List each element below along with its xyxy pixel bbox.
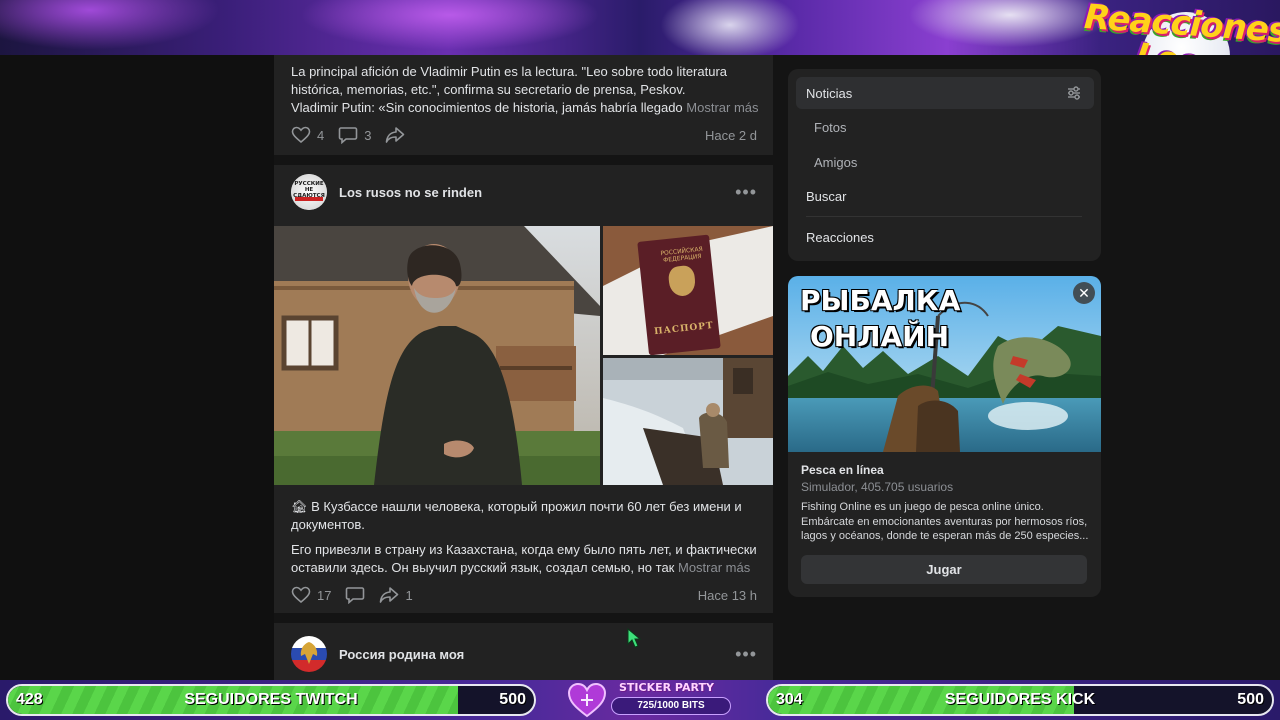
post-1-actions: 4 3 Hace 2 d bbox=[291, 125, 757, 145]
post-1-text: La principal afición de Vladimir Putin e… bbox=[291, 64, 759, 115]
menu-divider bbox=[806, 216, 1082, 217]
kick-goal-target: 500 bbox=[1237, 691, 1264, 708]
filter-sliders-icon[interactable] bbox=[1066, 85, 1082, 101]
twitch-followers-goal-bar: SEGUIDORES TWITCH 428 500 bbox=[6, 684, 536, 716]
play-button[interactable]: Jugar bbox=[801, 555, 1087, 584]
author-name[interactable]: Los rusos no se rinden bbox=[339, 185, 482, 200]
share-button[interactable] bbox=[385, 126, 405, 144]
twitch-goal-target: 500 bbox=[499, 691, 526, 708]
like-button[interactable]: 4 bbox=[291, 126, 324, 144]
comment-button[interactable] bbox=[345, 586, 365, 604]
twitch-goal-label: SEGUIDORES TWITCH bbox=[184, 691, 358, 708]
left-empty-column bbox=[0, 55, 274, 680]
photo-man-by-water bbox=[603, 358, 773, 485]
post-1-timestamp: Hace 2 d bbox=[704, 127, 757, 143]
menu-item-buscar[interactable]: Buscar bbox=[796, 180, 1094, 212]
game-ad-card[interactable]: РЫБАЛКА ОНЛАЙН ✕ Pesca en línea Simulado… bbox=[788, 276, 1101, 597]
post-2-timestamp: Hace 13 h bbox=[697, 587, 757, 603]
post-separator bbox=[274, 613, 773, 623]
author-avatar[interactable]: РУССКИЕ НЕ СДАЮТСЯ bbox=[291, 174, 327, 210]
share-count: 1 bbox=[405, 587, 413, 603]
menu-item-noticias[interactable]: Noticias bbox=[796, 77, 1094, 109]
post-photo-flood[interactable] bbox=[603, 358, 773, 485]
screen: Reacciones Locas La principal afición de… bbox=[0, 0, 1280, 720]
kick-goal-label: SEGUIDORES KICK bbox=[944, 691, 1096, 708]
share-arrow-icon bbox=[386, 127, 405, 143]
more-options-icon[interactable]: ••• bbox=[735, 644, 757, 665]
photo-old-man-house bbox=[274, 226, 600, 485]
share-arrow-icon bbox=[380, 587, 399, 603]
russian-flag-eagle-icon bbox=[291, 636, 327, 672]
post-photo-main[interactable] bbox=[274, 226, 600, 485]
comment-button[interactable]: 3 bbox=[338, 126, 371, 144]
show-more-link[interactable]: Mostrar más bbox=[686, 100, 758, 115]
ad-headline-2: ОНЛАЙН bbox=[810, 320, 950, 353]
ad-subtitle: Simulador, 405.705 usuarios bbox=[801, 480, 954, 494]
ad-description: Fishing Online es un juego de pesca onli… bbox=[801, 501, 1089, 542]
post-2-text: 🏚 В Кузбассе нашли человека, который про… bbox=[291, 499, 757, 575]
like-count: 17 bbox=[317, 587, 332, 603]
sticker-party-title: STICKER PARTY bbox=[619, 681, 714, 694]
close-icon[interactable]: ✕ bbox=[1073, 282, 1095, 304]
menu-item-reacciones[interactable]: Reacciones bbox=[796, 221, 1094, 253]
author-avatar[interactable] bbox=[291, 636, 327, 672]
sticker-party-widget: STICKER PARTY 725/1000 BITS bbox=[565, 680, 735, 720]
kick-followers-goal-bar: SEGUIDORES KICK 304 500 bbox=[766, 684, 1274, 716]
post-2-actions: 17 1 Hace 13 h bbox=[291, 585, 757, 605]
ad-headline-1: РЫБАЛКА bbox=[800, 284, 961, 317]
feed-menu: Noticias Fotos Amigos Buscar Reacciones bbox=[788, 69, 1101, 261]
mouse-cursor-icon bbox=[627, 628, 641, 648]
comment-bubble-icon bbox=[346, 587, 365, 604]
sticker-party-bits: 725/1000 BITS bbox=[611, 697, 731, 715]
twitch-goal-current: 428 bbox=[16, 691, 43, 708]
news-feed[interactable]: La principal afición de Vladimir Putin e… bbox=[274, 55, 773, 680]
heart-icon bbox=[567, 682, 607, 718]
like-button[interactable]: 17 bbox=[291, 586, 331, 604]
menu-item-fotos[interactable]: Fotos bbox=[796, 111, 1094, 143]
heart-outline-icon bbox=[291, 586, 311, 604]
post-photo-passport[interactable]: РОССИЙСКАЯ ФЕДЕРАЦИЯ ПАСПОРТ bbox=[603, 226, 773, 355]
menu-item-amigos[interactable]: Amigos bbox=[796, 146, 1094, 178]
ad-banner-image[interactable]: РЫБАЛКА ОНЛАЙН ✕ bbox=[788, 276, 1101, 452]
author-name[interactable]: Россия родина моя bbox=[339, 647, 464, 662]
share-button[interactable]: 1 bbox=[379, 586, 413, 604]
kick-goal-current: 304 bbox=[776, 691, 803, 708]
heart-outline-icon bbox=[291, 126, 311, 144]
more-options-icon[interactable]: ••• bbox=[735, 182, 757, 203]
comment-count: 3 bbox=[364, 127, 372, 143]
post-2-header: РУССКИЕ НЕ СДАЮТСЯ Los rusos no se rinde… bbox=[291, 173, 757, 211]
comment-bubble-icon bbox=[338, 127, 358, 144]
post-3-header: Россия родина моя ••• bbox=[291, 635, 757, 673]
ad-title[interactable]: Pesca en línea bbox=[801, 463, 884, 477]
like-count: 4 bbox=[317, 127, 325, 143]
post-separator bbox=[274, 155, 773, 165]
show-more-link[interactable]: Mostrar más bbox=[678, 560, 750, 575]
